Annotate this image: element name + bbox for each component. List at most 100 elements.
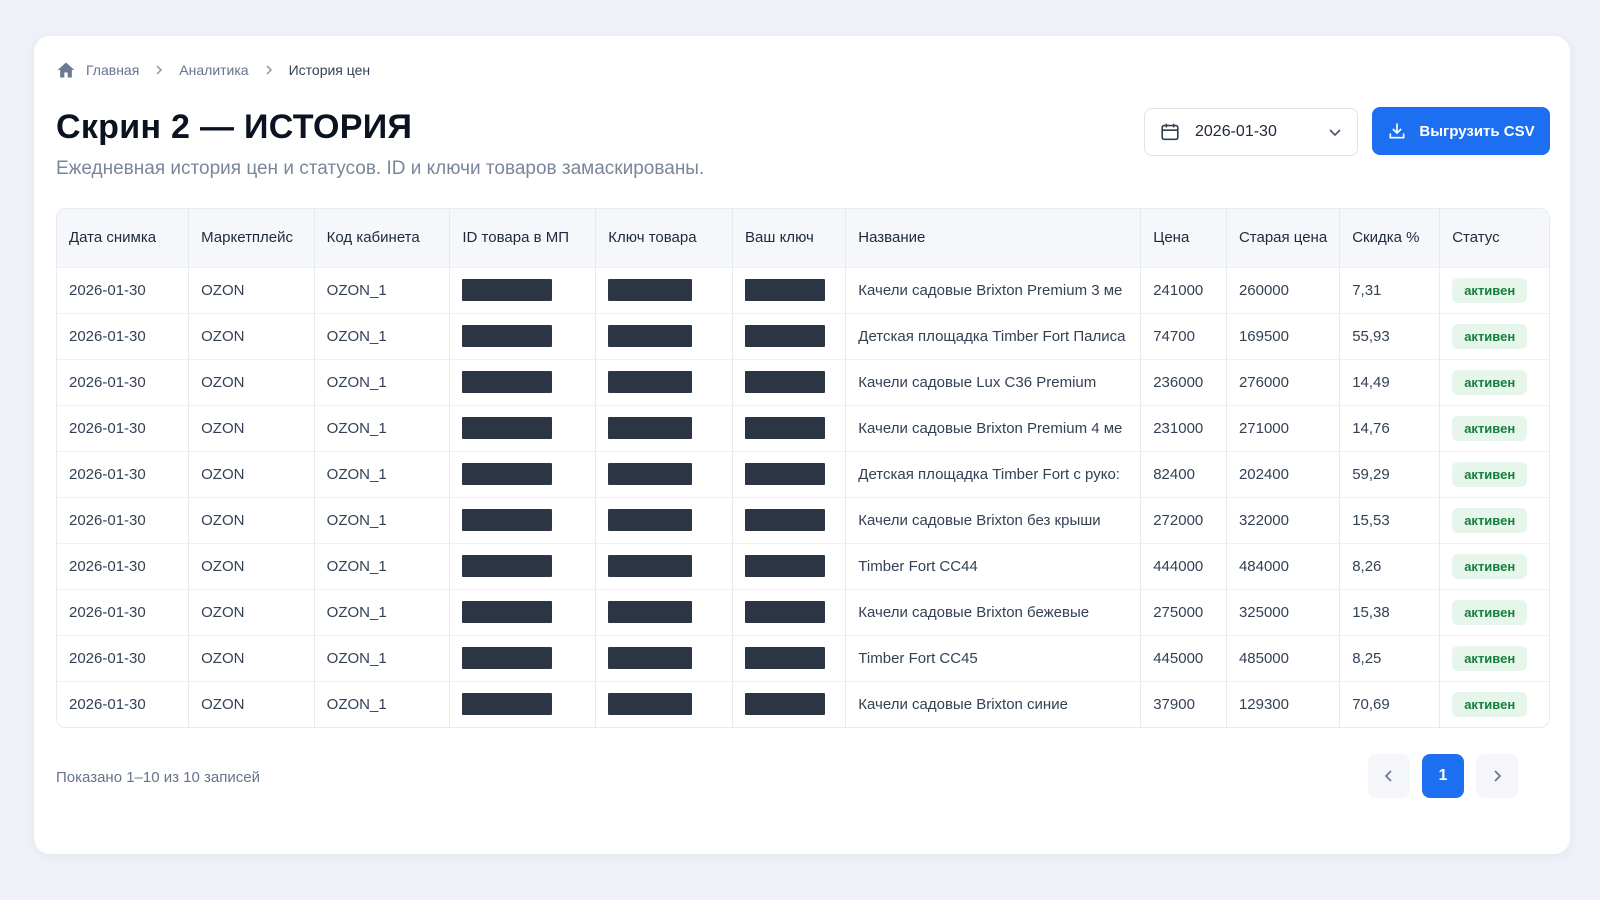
main-card: Главная Аналитика История цен Скрин 2 — …: [34, 36, 1570, 854]
masked-value: [745, 463, 826, 485]
column-header[interactable]: Дата снимка: [57, 209, 190, 267]
cell-old-price: 169500: [1226, 312, 1341, 359]
cell-your-key: [732, 588, 847, 635]
cell-cabinet: OZON_1: [314, 496, 451, 543]
masked-value: [745, 601, 826, 623]
masked-value: [745, 417, 826, 439]
cell-date: 2026-01-30: [57, 680, 190, 727]
column-header[interactable]: Ключ товара: [595, 209, 734, 267]
cell-old-price: 129300: [1226, 680, 1341, 727]
masked-value: [608, 371, 693, 393]
cell-marketplace: OZON: [188, 312, 315, 359]
masked-value: [462, 371, 553, 393]
cell-price: 275000: [1140, 588, 1227, 635]
date-picker[interactable]: 2026-01-30: [1144, 108, 1358, 156]
cell-product-key: [595, 496, 734, 543]
column-header[interactable]: Старая цена: [1226, 209, 1341, 267]
cell-product-id: [449, 404, 597, 451]
cell-price: 231000: [1140, 404, 1227, 451]
cell-status: активен: [1439, 266, 1549, 313]
cell-product-key: [595, 312, 734, 359]
table-row[interactable]: 2026-01-30 OZON OZON_1 Timber Fort CC45 4450…: [57, 634, 1549, 681]
cell-product-key: [595, 358, 734, 405]
cell-name: Качели садовые Brixton Premium 3 ме: [845, 266, 1142, 313]
cell-name: Качели садовые Brixton синие: [845, 680, 1142, 727]
cell-date: 2026-01-30: [57, 358, 190, 405]
prev-page-button[interactable]: [1368, 754, 1410, 798]
table-row[interactable]: 2026-01-30 OZON OZON_1 Качели садовые Brixt…: [57, 496, 1549, 543]
table-row[interactable]: 2026-01-30 OZON OZON_1 Timber Fort CC44 4440…: [57, 542, 1549, 589]
cell-product-key: [595, 404, 734, 451]
cell-your-key: [732, 358, 847, 405]
cell-name: Качели садовые Brixton бежевые: [845, 588, 1142, 635]
breadcrumb-current: История цен: [288, 62, 371, 78]
next-page-button[interactable]: [1476, 754, 1518, 798]
table-row[interactable]: 2026-01-30 OZON OZON_1 Качели садовые Brixt…: [57, 680, 1549, 727]
column-header[interactable]: Цена: [1140, 209, 1227, 267]
cell-cabinet: OZON_1: [314, 634, 451, 681]
cell-old-price: 271000: [1226, 404, 1341, 451]
status-badge: активен: [1452, 323, 1528, 349]
breadcrumb-analytics[interactable]: Аналитика: [179, 62, 248, 78]
table-row[interactable]: 2026-01-30 OZON OZON_1 Детская площадка Tim…: [57, 312, 1549, 359]
masked-value: [608, 509, 693, 531]
table-row[interactable]: 2026-01-30 OZON OZON_1 Качели садовые Lux C…: [57, 358, 1549, 405]
masked-value: [462, 325, 553, 347]
home-icon[interactable]: [56, 60, 76, 80]
page-subtitle: Ежедневная история цен и статусов. ID и …: [56, 158, 705, 179]
cell-price: 444000: [1140, 542, 1227, 589]
cell-old-price: 325000: [1226, 588, 1341, 635]
cell-product-id: [449, 450, 597, 497]
column-header[interactable]: Статус: [1439, 209, 1549, 267]
table-row[interactable]: 2026-01-30 OZON OZON_1 Детская площадка Tim…: [57, 450, 1549, 497]
cell-status: активен: [1439, 680, 1549, 727]
cell-discount: 59,29: [1339, 450, 1441, 497]
cell-your-key: [732, 496, 847, 543]
export-csv-label: Выгрузить CSV: [1419, 122, 1535, 140]
breadcrumb-home[interactable]: Главная: [86, 62, 139, 78]
cell-cabinet: OZON_1: [314, 542, 451, 589]
masked-value: [745, 693, 826, 716]
cell-name: Качели садовые Brixton Premium 4 ме: [845, 404, 1142, 451]
masked-value: [462, 555, 553, 577]
page-button[interactable]: 1: [1422, 754, 1464, 798]
masked-value: [608, 693, 693, 716]
table-row[interactable]: 2026-01-30 OZON OZON_1 Качели садовые Brixt…: [57, 404, 1549, 451]
cell-marketplace: OZON: [188, 680, 315, 727]
column-header[interactable]: Ваш ключ: [732, 209, 847, 267]
chevron-right-icon: [1490, 769, 1504, 783]
export-csv-button[interactable]: Выгрузить CSV: [1372, 107, 1550, 155]
cell-date: 2026-01-30: [57, 496, 190, 543]
cell-status: активен: [1439, 496, 1549, 543]
cell-your-key: [732, 404, 847, 451]
cell-discount: 55,93: [1339, 312, 1441, 359]
cell-product-key: [595, 634, 734, 681]
column-header[interactable]: Код кабинета: [314, 209, 451, 267]
cell-name: Качели садовые Lux C36 Premium: [845, 358, 1142, 405]
status-badge: активен: [1452, 645, 1528, 671]
chevron-down-icon: [1327, 124, 1343, 140]
column-header[interactable]: ID товара в МП: [449, 209, 597, 267]
column-header[interactable]: Название: [845, 209, 1142, 267]
cell-product-id: [449, 542, 597, 589]
cell-marketplace: OZON: [188, 542, 315, 589]
table-row[interactable]: 2026-01-30 OZON OZON_1 Качели садовые Brixt…: [57, 588, 1549, 635]
masked-value: [608, 555, 693, 577]
cell-your-key: [732, 542, 847, 589]
download-icon: [1387, 121, 1407, 141]
masked-value: [462, 601, 553, 623]
cell-product-key: [595, 588, 734, 635]
masked-value: [608, 325, 693, 347]
masked-value: [745, 647, 826, 669]
cell-cabinet: OZON_1: [314, 358, 451, 405]
cell-your-key: [732, 634, 847, 681]
table-row[interactable]: 2026-01-30 OZON OZON_1 Качели садовые Brixt…: [57, 266, 1549, 313]
cell-marketplace: OZON: [188, 588, 315, 635]
cell-product-id: [449, 312, 597, 359]
cell-marketplace: OZON: [188, 496, 315, 543]
column-header[interactable]: Скидка %: [1339, 209, 1441, 267]
cell-price: 37900: [1140, 680, 1227, 727]
column-header[interactable]: Маркетплейс: [188, 209, 315, 267]
calendar-icon: [1159, 121, 1181, 143]
cell-product-key: [595, 680, 734, 727]
